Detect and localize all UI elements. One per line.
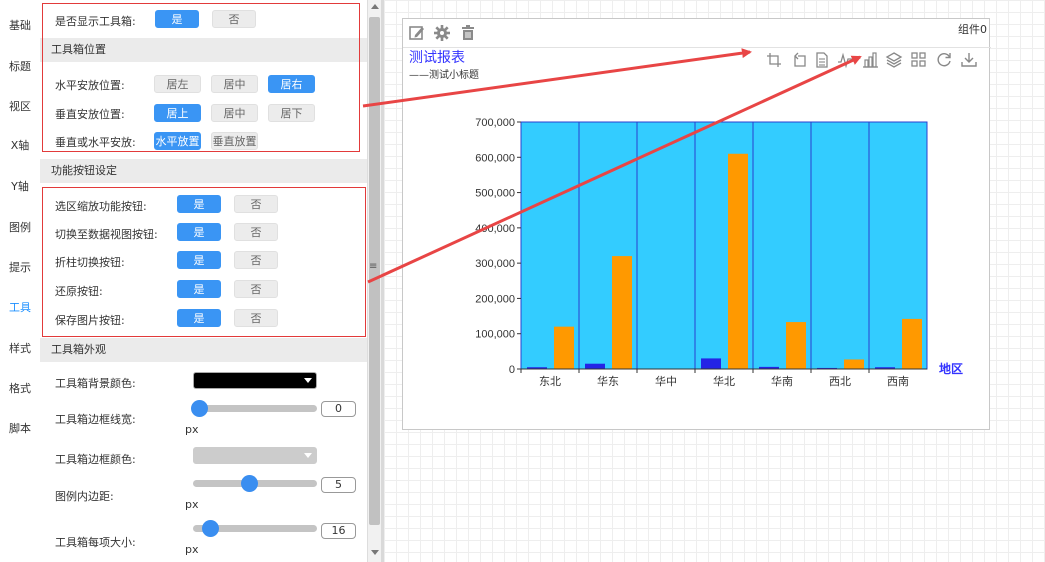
chart-component[interactable]: 组件0 测试报表 ——测试小标题 0 100,000 200,000 300,0…: [402, 18, 991, 430]
sidebar-item-y-axis[interactable]: Y轴: [0, 178, 40, 194]
x-axis-label: 地区: [939, 361, 963, 376]
x-tick-label: 西北: [829, 375, 851, 388]
panel-scrollbar[interactable]: [367, 0, 381, 562]
x-tick-label: 华东: [597, 374, 619, 388]
x-tick-label: 西南: [887, 375, 909, 388]
settings-panel: 是否显示工具箱: 是 否 工具箱位置 水平安放位置: 居左 居中 居右 垂直安放…: [40, 0, 367, 562]
y-tick-label: 200,000: [475, 293, 515, 305]
bar-chart: 0 100,000 200,000 300,000 400,000 500,000 600,…: [475, 117, 963, 388]
x-tick-label: 华中: [655, 374, 677, 388]
sidebar-item-title[interactable]: 标题: [0, 58, 40, 74]
sidebar-item-x-axis[interactable]: X轴: [0, 137, 40, 153]
bar: [728, 153, 748, 369]
border-color-picker[interactable]: [193, 447, 317, 464]
item-size-input[interactable]: 16: [321, 523, 356, 539]
scroll-down-icon[interactable]: [371, 550, 379, 555]
padding-input[interactable]: 5: [321, 477, 356, 493]
sidebar-item-basic[interactable]: 基础: [0, 17, 40, 33]
item-size-unit: px: [185, 543, 199, 556]
sidebar-item-tooltip[interactable]: 提示: [0, 259, 40, 275]
sidebar-item-toolbox[interactable]: 工具: [0, 299, 40, 315]
y-tick-label: 0: [509, 364, 515, 376]
padding-slider-knob[interactable]: [240, 475, 258, 492]
padding-label: 图例内边距:: [55, 490, 114, 503]
appearance-section-header: 工具箱外观: [40, 338, 367, 362]
drag-handle-icon[interactable]: ≡: [369, 262, 377, 272]
bar: [612, 256, 632, 369]
y-tick-label: 400,000: [475, 223, 515, 235]
chevron-down-icon: [304, 378, 312, 383]
category-sidebar: 基础 标题 视区 X轴 Y轴 图例 提示 工具 样式 格式 脚本: [0, 0, 40, 562]
border-width-unit: px: [185, 423, 199, 436]
plot-area: [521, 122, 927, 369]
y-tick-label: 100,000: [475, 329, 515, 341]
padding-unit: px: [185, 498, 199, 511]
item-size-slider-knob[interactable]: [202, 520, 220, 537]
toolbox-position-highlight: [42, 3, 360, 152]
chevron-down-icon: [304, 453, 312, 458]
app-root: { "sidebar": { "items": [ {"label": "基础"…: [0, 0, 1045, 562]
bar: [585, 363, 605, 369]
y-tick-label: 300,000: [475, 258, 515, 270]
y-tick-label: 500,000: [475, 188, 515, 200]
y-tick-label: 700,000: [475, 117, 515, 129]
bg-color-label: 工具箱背景颜色:: [55, 377, 136, 390]
item-size-label: 工具箱每项大小:: [55, 536, 136, 549]
function-buttons-highlight: [42, 187, 366, 337]
y-tick-label: 600,000: [475, 152, 515, 164]
sidebar-item-script[interactable]: 脚本: [0, 420, 40, 436]
bar: [701, 358, 721, 369]
border-width-label: 工具箱边框线宽:: [55, 413, 136, 426]
bar: [786, 322, 806, 369]
scroll-up-icon[interactable]: [371, 4, 379, 9]
border-width-input[interactable]: 0: [321, 401, 356, 417]
bar: [554, 326, 574, 369]
bg-color-picker[interactable]: [193, 372, 317, 389]
sidebar-item-legend[interactable]: 图例: [0, 219, 40, 235]
border-color-label: 工具箱边框颜色:: [55, 453, 136, 466]
x-tick-label: 华南: [771, 374, 793, 388]
border-width-slider-knob[interactable]: [191, 400, 208, 417]
bar: [902, 318, 922, 369]
x-tick-label: 东北: [539, 375, 561, 388]
sidebar-item-format[interactable]: 格式: [0, 380, 40, 396]
bar: [844, 359, 864, 369]
border-width-slider[interactable]: [193, 405, 317, 412]
sidebar-item-style[interactable]: 样式: [0, 340, 40, 356]
sidebar-item-viewport[interactable]: 视区: [0, 98, 40, 114]
x-tick-label: 华北: [713, 374, 735, 388]
function-buttons-section-header: 功能按钮设定: [40, 159, 367, 183]
